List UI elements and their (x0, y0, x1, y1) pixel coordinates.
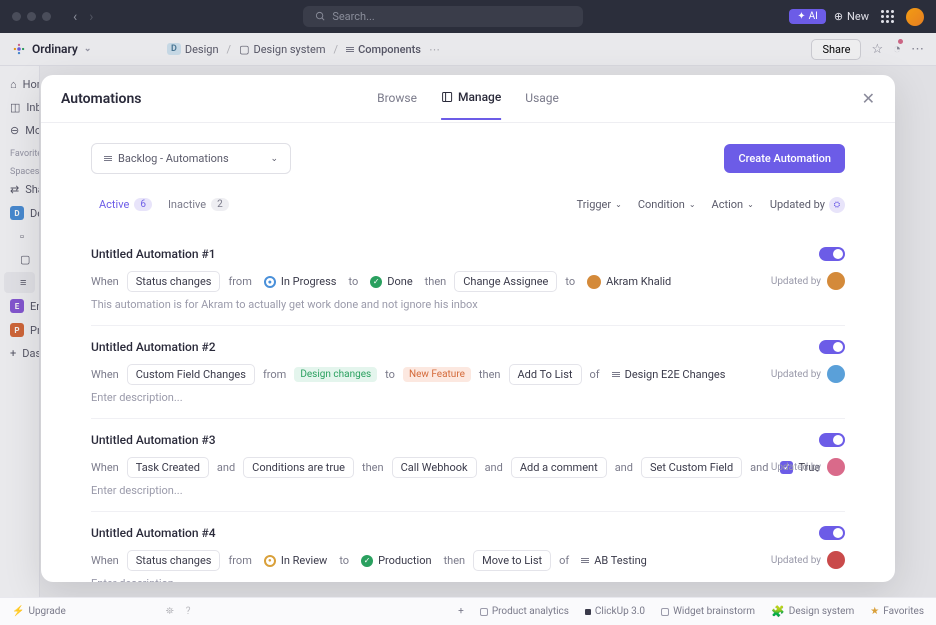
updated-by: Updated by (771, 458, 845, 476)
upgrade-button[interactable]: ⚡Upgrade (12, 606, 66, 617)
automation-title[interactable]: Untitled Automation #1 (91, 247, 216, 261)
avatar-stack-icon: ⛭ (829, 197, 845, 213)
status-to[interactable]: ✓Done (366, 272, 416, 291)
back-button[interactable]: ‹ (69, 7, 81, 27)
bottom-tab[interactable]: Product analytics (480, 606, 569, 617)
action-chip[interactable]: Add a comment (511, 457, 607, 478)
automation-toggle[interactable] (819, 340, 845, 354)
search-placeholder: Search... (332, 10, 375, 23)
list-icon (612, 372, 620, 377)
people-icon[interactable]: ⛯ (166, 606, 174, 617)
updater-avatar[interactable] (827, 458, 845, 476)
help-icon[interactable]: ? (186, 606, 191, 617)
action-chip[interactable]: Set Custom Field (641, 457, 742, 478)
window-controls[interactable] (12, 12, 51, 21)
trigger-chip[interactable]: Status changes (127, 550, 221, 571)
automation-title[interactable]: Untitled Automation #3 (91, 433, 216, 447)
filter-updated-by[interactable]: Updated by ⛭ (770, 197, 845, 213)
automation-item: Untitled Automation #3 When Task Created… (91, 419, 845, 512)
action-chip[interactable]: Change Assignee (454, 271, 557, 292)
tab-browse[interactable]: Browse (377, 78, 417, 120)
trigger-chip[interactable]: Status changes (127, 271, 221, 292)
search-input[interactable]: Search... (303, 6, 583, 27)
updater-avatar[interactable] (827, 365, 845, 383)
bottombar: ⚡Upgrade ⛯ ? + Product analytics ClickUp… (0, 597, 936, 625)
automation-toggle[interactable] (819, 526, 845, 540)
bottom-tab[interactable]: 🧩Design system (771, 605, 854, 618)
filter-action[interactable]: Action ⌄ (712, 197, 754, 213)
updated-by: Updated by (771, 365, 845, 383)
filters-row: Active6 Inactive2 Trigger ⌄ Condition ⌄ … (91, 194, 845, 215)
automation-item: Untitled Automation #2 When Custom Field… (91, 326, 845, 419)
filter-active[interactable]: Active6 (91, 194, 160, 215)
condition-chip[interactable]: Conditions are true (243, 457, 354, 478)
list-chip[interactable]: AB Testing (577, 551, 651, 570)
automation-item: Untitled Automation #1 When Status chang… (91, 233, 845, 326)
forward-button[interactable]: › (85, 7, 97, 27)
trigger-chip[interactable]: Custom Field Changes (127, 364, 255, 385)
tab-usage[interactable]: Usage (525, 78, 559, 120)
updater-avatar[interactable] (827, 272, 845, 290)
list-icon (581, 558, 589, 563)
automation-description[interactable]: Enter description... (91, 484, 845, 497)
automation-title[interactable]: Untitled Automation #2 (91, 340, 216, 354)
trigger-chip[interactable]: Task Created (127, 457, 209, 478)
bottom-tab[interactable]: ClickUp 3.0 (585, 606, 645, 617)
close-button[interactable]: ✕ (862, 89, 875, 108)
automation-title[interactable]: Untitled Automation #4 (91, 526, 216, 540)
assignee-chip[interactable]: Akram Khalid (583, 272, 675, 292)
action-chip[interactable]: Move to List (473, 550, 551, 571)
automation-item: Untitled Automation #4 When Status chang… (91, 512, 845, 582)
automation-description[interactable]: Enter description... (91, 577, 845, 582)
search-icon (315, 11, 326, 22)
modal-body: Backlog - Automations ⌄ Create Automatio… (41, 123, 895, 582)
automation-description[interactable]: This automation is for Akram to actually… (91, 298, 845, 311)
action-chip[interactable]: Add To List (509, 364, 582, 385)
automation-toggle[interactable] (819, 247, 845, 261)
status-from[interactable]: ●In Progress (260, 272, 341, 291)
updater-avatar[interactable] (827, 551, 845, 569)
nav-arrows: ‹ › (69, 7, 97, 27)
automation-toggle[interactable] (819, 433, 845, 447)
filter-trigger[interactable]: Trigger ⌄ (577, 197, 622, 213)
updated-by: Updated by (771, 551, 845, 569)
modal-tabs: Browse Manage Usage (377, 78, 559, 120)
tag-from[interactable]: Design changes (294, 367, 377, 382)
add-tab-button[interactable]: + (458, 606, 464, 617)
status-to[interactable]: ✓Production (357, 551, 435, 570)
new-button[interactable]: ⊕ New (834, 10, 869, 23)
automation-description[interactable]: Enter description... (91, 391, 845, 404)
filter-inactive[interactable]: Inactive2 (160, 194, 237, 215)
chevron-down-icon: ⌄ (270, 154, 278, 164)
list-icon (104, 156, 112, 161)
tag-to[interactable]: New Feature (403, 367, 471, 382)
bottom-tab[interactable]: Widget brainstorm (661, 606, 755, 617)
avatar-icon (587, 275, 601, 289)
create-automation-button[interactable]: Create Automation (724, 144, 845, 173)
filter-condition[interactable]: Condition ⌄ (638, 197, 696, 213)
automation-flow: When Task Created and Conditions are tru… (91, 457, 845, 478)
action-chip[interactable]: Call Webhook (392, 457, 477, 478)
automations-modal: Automations Browse Manage Usage ✕ Backlo… (41, 75, 895, 582)
bottom-favorites[interactable]: ★Favorites (870, 606, 924, 617)
apps-icon[interactable] (881, 10, 894, 23)
list-chip[interactable]: Design E2E Changes (608, 365, 730, 384)
modal-title: Automations (61, 91, 142, 107)
list-selector[interactable]: Backlog - Automations ⌄ (91, 143, 291, 174)
topbar: ‹ › Search... ✦ AI ⊕ New (0, 0, 936, 33)
tab-manage[interactable]: Manage (441, 78, 501, 120)
updated-by: Updated by (771, 272, 845, 290)
user-avatar[interactable] (906, 8, 924, 26)
ai-button[interactable]: ✦ AI (789, 9, 826, 24)
manage-icon (441, 91, 453, 103)
modal-header: Automations Browse Manage Usage ✕ (41, 75, 895, 123)
status-from[interactable]: ●In Review (260, 551, 331, 570)
